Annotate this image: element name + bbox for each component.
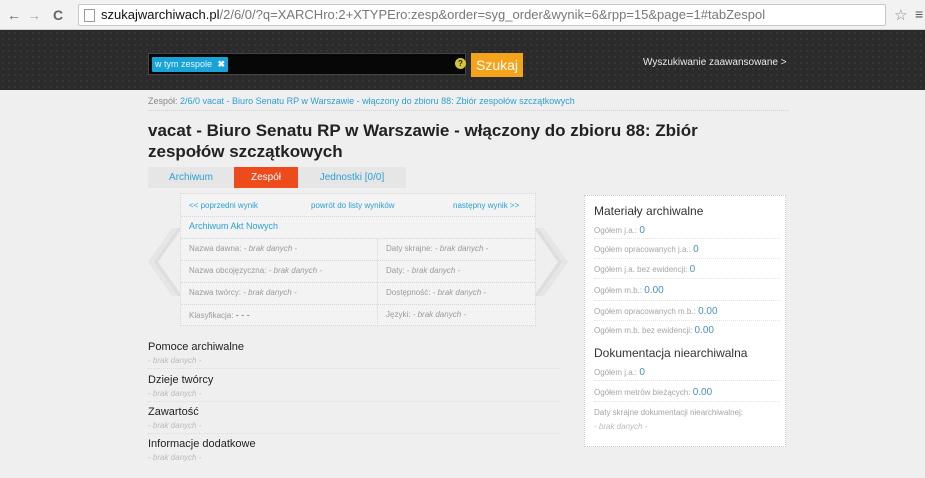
section-heading-pomoce: Pomoce archiwalne bbox=[148, 341, 244, 353]
section-value-dzieje: - brak danych - bbox=[148, 389, 202, 398]
divider bbox=[181, 282, 535, 283]
field-klasyfikacja: Klasyfikacja: - - - bbox=[189, 310, 250, 320]
next-result-link[interactable]: następny wynik >> bbox=[453, 201, 519, 210]
field-jezyki: Języki: - brak danych - bbox=[386, 310, 467, 319]
materials-card: Materiały archiwalne Ogółem j.a.: 0 Ogół… bbox=[584, 195, 786, 447]
breadcrumb-link[interactable]: 2/6/0 vacat - Biuro Senatu RP w Warszawi… bbox=[180, 96, 575, 106]
browser-toolbar: ← → C szukajwarchiwach.pl/2/6/0/?q=XARCH… bbox=[0, 0, 925, 30]
filter-remove-icon[interactable]: ✖ bbox=[217, 57, 225, 72]
divider bbox=[148, 368, 560, 369]
search-input[interactable]: w tym zespole ✖ ? bbox=[148, 53, 466, 75]
url-path: /2/6/0/?q=XARCHro:2+XTYPEro:zesp&order=s… bbox=[219, 7, 766, 22]
field-daty: Daty: - brak danych - bbox=[386, 266, 461, 275]
stat-opracowanych-mb: Ogółem opracowanych m.b.: 0.00 bbox=[594, 306, 718, 317]
divider bbox=[594, 238, 780, 239]
divider bbox=[594, 278, 780, 279]
materials-heading: Materiały archiwalne bbox=[594, 204, 704, 218]
divider bbox=[181, 260, 535, 261]
tab-jednostki[interactable]: Jednostki [0/0] bbox=[298, 167, 406, 188]
breadcrumb-label: Zespół: bbox=[148, 96, 178, 106]
field-nazwa-tworcy: Nazwa twórcy: - brak danych - bbox=[189, 288, 297, 297]
filter-tag[interactable]: w tym zespole ✖ bbox=[152, 57, 229, 72]
reload-icon[interactable]: C bbox=[50, 7, 66, 23]
divider bbox=[594, 300, 780, 301]
stat-niearch-daty-label: Daty skrajne dokumentacji niearchiwalnej… bbox=[594, 408, 743, 417]
divider bbox=[594, 320, 780, 321]
divider bbox=[594, 258, 780, 259]
section-heading-zawartosc: Zawartość bbox=[148, 406, 199, 418]
search-button[interactable]: Szukaj bbox=[471, 53, 523, 77]
field-daty-skrajne: Daty skrajne: - brak danych - bbox=[386, 244, 489, 253]
stat-niearch-ja: Ogółem j.a.: 0 bbox=[594, 367, 645, 378]
divider bbox=[148, 110, 788, 111]
previous-result-link[interactable]: << poprzedni wynik bbox=[189, 201, 258, 210]
help-icon[interactable]: ? bbox=[455, 58, 466, 69]
nonarchival-heading: Dokumentacja niearchiwalna bbox=[594, 346, 748, 360]
filter-tag-label: w tym zespole bbox=[155, 59, 213, 69]
stat-ja-bez-ewidencji: Ogółem j.a. bez ewidencji: 0 bbox=[594, 264, 696, 275]
stat-ogolem-ja: Ogółem j.a.: 0 bbox=[594, 225, 645, 236]
url-host: szukajwarchiwach.pl bbox=[101, 7, 220, 22]
stat-niearch-daty-value: - brak danych - bbox=[594, 422, 648, 431]
divider bbox=[181, 304, 535, 305]
stat-opracowanych-ja: Ogółem opracowanych j.a.: 0 bbox=[594, 244, 699, 255]
browser-menu-icon[interactable]: ≡ bbox=[915, 6, 923, 22]
section-heading-dzieje: Dzieje twórcy bbox=[148, 374, 214, 386]
archive-link[interactable]: Archiwum Akt Nowych bbox=[189, 221, 278, 231]
address-bar[interactable]: szukajwarchiwach.pl/2/6/0/?q=XARCHro:2+X… bbox=[78, 4, 886, 26]
field-nazwa-dawna: Nazwa dawna: - brak danych - bbox=[189, 244, 298, 253]
divider bbox=[148, 401, 560, 402]
field-nazwa-obcojezyczna: Nazwa obcojęzyczna: - brak danych - bbox=[189, 266, 322, 275]
next-arrow-icon[interactable] bbox=[534, 228, 568, 296]
section-heading-informacje: Informacje dodatkowe bbox=[148, 438, 256, 450]
page-title: vacat - Biuro Senatu RP w Warszawie - wł… bbox=[148, 121, 698, 161]
breadcrumb: Zespół: 2/6/0 vacat - Biuro Senatu RP w … bbox=[148, 96, 575, 106]
forward-icon[interactable]: → bbox=[26, 7, 42, 23]
stat-mb-bez-ewidencji: Ogółem m.b. bez ewidencji: 0.00 bbox=[594, 325, 714, 336]
stat-niearch-metrow: Ogółem metrów bieżących: 0.00 bbox=[594, 387, 713, 398]
tab-zespol[interactable]: Zespół bbox=[234, 167, 308, 188]
section-value-pomoce: - brak danych - bbox=[148, 356, 202, 365]
field-dostepnosc: Dostępność: - brak danych - bbox=[386, 288, 487, 297]
divider bbox=[594, 401, 780, 402]
divider bbox=[181, 216, 535, 217]
bookmark-star-icon[interactable]: ☆ bbox=[894, 6, 907, 24]
details-panel: << poprzedni wynik powrót do listy wynik… bbox=[180, 193, 536, 326]
stat-ogolem-mb: Ogółem m.b.: 0.00 bbox=[594, 285, 664, 296]
page-icon bbox=[84, 9, 95, 22]
back-to-results-link[interactable]: powrót do listy wyników bbox=[311, 201, 395, 210]
section-value-zawartosc: - brak danych - bbox=[148, 421, 202, 430]
advanced-search-link[interactable]: Wyszukiwanie zaawansowane > bbox=[643, 57, 787, 68]
divider bbox=[594, 380, 780, 381]
tab-bar: Archiwum Zespół Jednostki [0/0] bbox=[148, 167, 406, 188]
divider bbox=[181, 238, 535, 239]
back-icon[interactable]: ← bbox=[6, 7, 22, 23]
section-value-informacje: - brak danych - bbox=[148, 453, 202, 462]
divider bbox=[148, 433, 560, 434]
site-header: w tym zespole ✖ ? Szukaj Wyszukiwanie za… bbox=[0, 30, 925, 90]
tab-archiwum[interactable]: Archiwum bbox=[148, 167, 234, 188]
previous-arrow-icon[interactable] bbox=[148, 228, 182, 296]
